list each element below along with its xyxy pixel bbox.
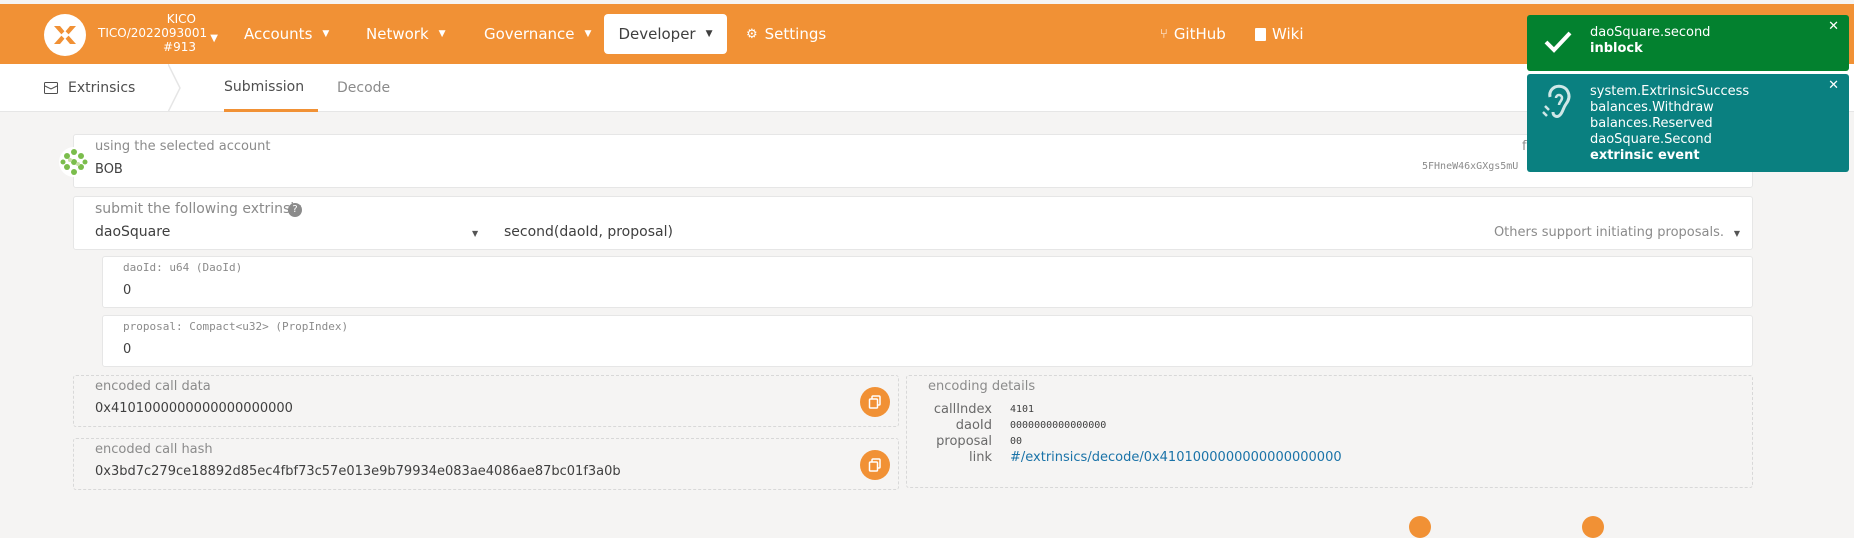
tab-decode[interactable]: Decode <box>337 64 390 112</box>
call-data-label: encoded call data <box>95 379 211 394</box>
toast-event-body: system.ExtrinsicSuccess balances.Withdra… <box>1590 84 1749 164</box>
account-address: 5FHneW46xGXgs5mU <box>1422 161 1519 172</box>
check-icon <box>1544 31 1572 53</box>
chevron-down-icon: ▼ <box>584 29 592 39</box>
nav-governance[interactable]: Governance ▼ <box>484 4 591 64</box>
nav-network-label: Network <box>366 25 429 43</box>
book-icon <box>1255 27 1266 41</box>
detail-value-callindex: 4101 <box>1010 404 1035 415</box>
extrinsic-selector: submit the following extrinsic ? daoSqua… <box>73 196 1753 250</box>
call-hash-value: 0x3bd7c279ce18892d85ec4fbf73c57e013e9b79… <box>95 464 621 479</box>
param-daoid-label: daoId: u64 (DaoId) <box>123 261 243 274</box>
param-proposal[interactable]: proposal: Compact<u32> (PropIndex) 0 <box>102 315 1753 367</box>
tab-submission[interactable]: Submission <box>224 64 319 112</box>
toast-inblock-body: daoSquare.second inblock <box>1590 25 1710 57</box>
hearing-icon <box>1542 84 1571 118</box>
toast-inblock-title: daoSquare.second <box>1590 25 1711 40</box>
close-icon[interactable]: ✕ <box>1828 19 1839 35</box>
account-label: using the selected account <box>95 139 271 154</box>
account-balance-label: f <box>1522 139 1527 154</box>
extrinsic-label: submit the following extrinsic <box>95 201 302 217</box>
breadcrumb-chevron-icon <box>168 64 181 112</box>
toast-inblock: daoSquare.second inblock ✕ <box>1527 15 1849 71</box>
encoded-call-data: encoded call data 0x41010000000000000000… <box>73 375 899 427</box>
toast-extrinsic-event: system.ExtrinsicSuccess balances.Withdra… <box>1527 74 1849 172</box>
method-description: Others support initiating proposals. <box>1493 225 1724 240</box>
extrinsics-section: Extrinsics <box>44 64 135 112</box>
block-number: #913 <box>163 40 196 54</box>
encoded-call-hash: encoded call hash 0x3bd7c279ce18892d85ec… <box>73 438 899 490</box>
toast-event-line: balances.Reserved <box>1590 116 1713 131</box>
chain-logo[interactable] <box>44 14 86 56</box>
bottom-action-button[interactable] <box>1409 516 1431 538</box>
kico-logo-icon <box>54 26 76 44</box>
github-link[interactable]: ⑂ GitHub <box>1160 4 1226 64</box>
encoding-details: encoding details callIndex 4101 daoId 00… <box>906 375 1753 488</box>
module-dropdown[interactable]: daoSquare ▼ <box>74 219 494 249</box>
nav-governance-label: Governance <box>484 25 575 43</box>
code-branch-icon: ⑂ <box>1160 26 1168 42</box>
param-proposal-input[interactable]: 0 <box>123 342 131 357</box>
param-proposal-label: proposal: Compact<u32> (PropIndex) <box>123 320 349 333</box>
nav-network[interactable]: Network ▼ <box>366 4 446 64</box>
copy-icon <box>868 458 881 472</box>
chain-info[interactable]: KICO TICO/2022093001 #913 ▼ <box>98 12 218 54</box>
section-title: Extrinsics <box>68 80 136 96</box>
envelope-icon <box>44 82 58 94</box>
chevron-down-icon: ▼ <box>472 229 479 238</box>
toast-event-line: balances.Withdraw <box>1590 100 1714 115</box>
encoding-details-title: encoding details <box>928 379 1036 394</box>
detail-key-daoid: daoId <box>955 418 992 433</box>
toast-event-line: daoSquare.Second <box>1590 132 1712 147</box>
wiki-label: Wiki <box>1272 25 1304 43</box>
chevron-down-icon: ▼ <box>1733 229 1740 238</box>
tab-submission-label: Submission <box>224 78 305 95</box>
nav-settings[interactable]: ⚙ Settings <box>746 4 826 64</box>
nav-developer[interactable]: Developer ▼ <box>604 14 727 54</box>
nav-accounts[interactable]: Accounts ▼ <box>244 4 329 64</box>
copy-icon <box>868 395 881 409</box>
bottom-action-button[interactable] <box>1582 516 1604 538</box>
detail-key-link: link <box>969 450 992 465</box>
chevron-down-icon: ▼ <box>322 29 330 39</box>
method-value: second(daoId, proposal) <box>504 224 673 240</box>
wiki-link[interactable]: Wiki <box>1255 4 1304 64</box>
decode-link[interactable]: #/extrinsics/decode/0x410100000000000000… <box>1010 450 1342 465</box>
account-selector[interactable]: using the selected account BOB f 5FHneW4… <box>73 134 1753 188</box>
param-daoid-input[interactable]: 0 <box>123 283 131 298</box>
detail-value-daoid: 0000000000000000 <box>1010 420 1107 431</box>
detail-key-proposal: proposal <box>936 434 992 449</box>
module-value: daoSquare <box>95 224 171 240</box>
copy-call-data-button[interactable] <box>860 387 890 417</box>
nav-developer-label: Developer <box>618 25 696 43</box>
call-hash-label: encoded call hash <box>95 442 213 457</box>
param-daoid[interactable]: daoId: u64 (DaoId) 0 <box>102 256 1753 308</box>
tab-decode-label: Decode <box>337 80 391 96</box>
gears-icon: ⚙ <box>746 26 758 42</box>
detail-key-callindex: callIndex <box>933 402 992 417</box>
detail-value-proposal: 00 <box>1010 436 1023 447</box>
chevron-down-icon: ▼ <box>438 29 446 39</box>
nav-accounts-label: Accounts <box>244 25 313 43</box>
toast-event-line: system.ExtrinsicSuccess <box>1590 84 1750 99</box>
chevron-down-icon: ▼ <box>705 29 713 39</box>
toast-inblock-status: inblock <box>1590 41 1643 56</box>
account-name: BOB <box>95 162 123 177</box>
toast-event-status: extrinsic event <box>1590 148 1700 163</box>
help-icon[interactable]: ? <box>288 203 302 217</box>
copy-call-hash-button[interactable] <box>860 450 890 480</box>
close-icon[interactable]: ✕ <box>1828 78 1839 94</box>
nav-settings-label: Settings <box>764 25 827 43</box>
chain-name: KICO <box>166 12 196 26</box>
identicon-avatar <box>59 147 89 177</box>
github-label: GitHub <box>1173 25 1226 43</box>
chain-dropdown-icon[interactable]: ▼ <box>210 32 218 46</box>
method-dropdown[interactable]: second(daoId, proposal) Others support i… <box>504 219 1752 249</box>
call-data-value: 0x4101000000000000000000 <box>95 401 293 416</box>
chain-version: TICO/2022093001 <box>98 26 208 40</box>
